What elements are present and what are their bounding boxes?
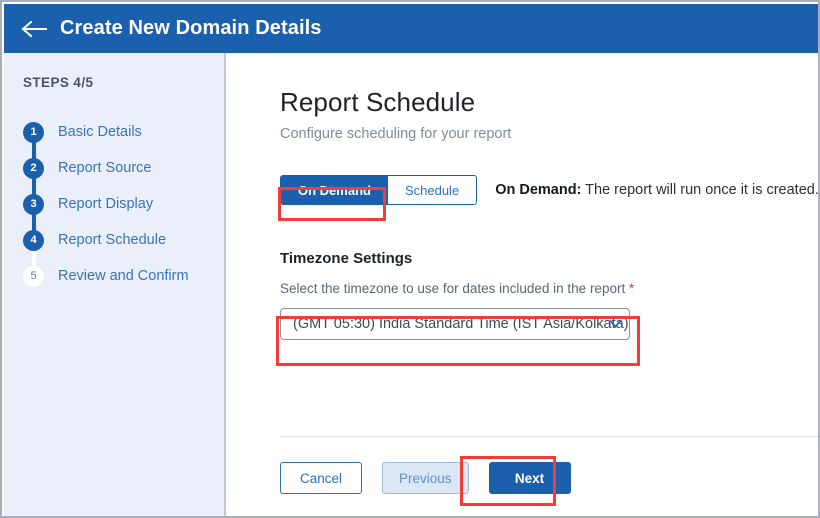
schedule-toggle-button[interactable]: Schedule bbox=[388, 176, 476, 204]
sidebar-step-label-5: Review and Confirm bbox=[58, 268, 189, 284]
page-title: Create New Domain Details bbox=[60, 17, 321, 40]
app-header: Create New Domain Details bbox=[4, 4, 820, 53]
sidebar-step-label-2: Report Source bbox=[58, 160, 152, 176]
section-subheading: Configure scheduling for your report bbox=[280, 126, 820, 142]
timezone-select[interactable]: (GMT 05:30) India Standard Time (IST Asi… bbox=[280, 308, 630, 340]
schedule-mode-description-text: The report will run once it is created. bbox=[581, 182, 818, 198]
create-domain-wizard: Create New Domain Details STEPS 4/5 1 Ba… bbox=[0, 0, 820, 518]
step-circle-3: 3 bbox=[23, 194, 44, 215]
step-circle-2: 2 bbox=[23, 158, 44, 179]
main-content: Report Schedule Configure scheduling for… bbox=[226, 53, 820, 518]
footer-divider bbox=[280, 436, 820, 437]
sidebar-step-report-source[interactable]: 2 Report Source bbox=[23, 150, 224, 186]
schedule-toggle-area: On Demand Schedule On Demand: The report… bbox=[280, 174, 820, 206]
sidebar-step-label-4: Report Schedule bbox=[58, 232, 166, 248]
section-heading: Report Schedule bbox=[280, 87, 820, 118]
next-button[interactable]: Next bbox=[489, 462, 571, 494]
steps-counter: STEPS 4/5 bbox=[23, 75, 224, 90]
sidebar-step-report-display[interactable]: 3 Report Display bbox=[23, 186, 224, 222]
timezone-field-label-text: Select the timezone to use for dates inc… bbox=[280, 281, 625, 296]
timezone-selected-value: (GMT 05:30) India Standard Time (IST Asi… bbox=[293, 316, 629, 332]
step-circle-5: 5 bbox=[23, 266, 44, 287]
previous-button[interactable]: Previous bbox=[382, 462, 469, 494]
required-marker: * bbox=[629, 281, 634, 296]
sidebar-step-label-3: Report Display bbox=[58, 196, 153, 212]
sidebar-step-basic-details[interactable]: 1 Basic Details bbox=[23, 114, 224, 150]
sidebar-step-label-1: Basic Details bbox=[58, 124, 142, 140]
step-circle-4: 4 bbox=[23, 230, 44, 251]
schedule-mode-description: On Demand: The report will run once it i… bbox=[495, 182, 819, 198]
schedule-mode-toggle-group: On Demand Schedule bbox=[280, 175, 477, 205]
cancel-button[interactable]: Cancel bbox=[280, 462, 362, 494]
schedule-mode-description-label: On Demand: bbox=[495, 182, 581, 198]
step-circle-1: 1 bbox=[23, 122, 44, 143]
on-demand-toggle-button[interactable]: On Demand bbox=[281, 176, 388, 204]
timezone-settings-heading: Timezone Settings bbox=[280, 250, 820, 267]
back-arrow-icon[interactable] bbox=[18, 16, 52, 42]
timezone-field-label: Select the timezone to use for dates inc… bbox=[280, 281, 820, 296]
wizard-footer-buttons: Cancel Previous Next bbox=[280, 462, 571, 494]
wizard-body: STEPS 4/5 1 Basic Details 2 Report Sourc… bbox=[4, 53, 820, 518]
sidebar-step-report-schedule[interactable]: 4 Report Schedule bbox=[23, 222, 224, 258]
steps-list: 1 Basic Details 2 Report Source 3 Report… bbox=[23, 114, 224, 294]
steps-sidebar: STEPS 4/5 1 Basic Details 2 Report Sourc… bbox=[4, 53, 226, 518]
sidebar-step-review-confirm[interactable]: 5 Review and Confirm bbox=[23, 258, 224, 294]
